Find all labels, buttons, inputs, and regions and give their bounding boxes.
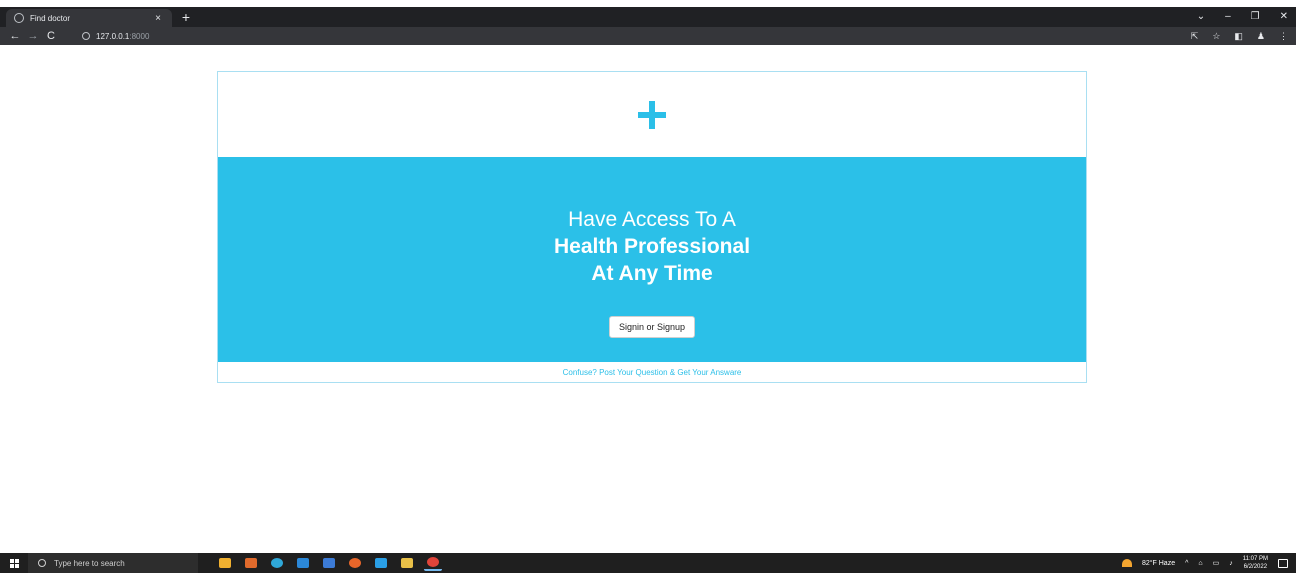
clock-date: 6/2/2022: [1243, 564, 1268, 570]
post-question-link[interactable]: Confuse? Post Your Question & Get Your A…: [563, 368, 742, 377]
edge-icon[interactable]: [268, 555, 286, 571]
start-button[interactable]: [0, 553, 28, 573]
tab-title: Find doctor: [30, 13, 71, 23]
close-window-button[interactable]: ✕: [1280, 9, 1288, 25]
main-card: Have Access To A Health Professional At …: [217, 71, 1087, 383]
vscode-insiders-icon[interactable]: [320, 555, 338, 571]
weather-text[interactable]: 82°F Haze: [1142, 560, 1175, 567]
profile-icon[interactable]: ♟: [1257, 29, 1265, 43]
url-port: :8000: [129, 31, 150, 41]
emoji-widget-2-icon[interactable]: [242, 555, 260, 571]
tray-chevron-icon[interactable]: ^: [1185, 560, 1188, 567]
chrome-icon[interactable]: [424, 555, 442, 571]
browser-menu-icon[interactable]: ⋮: [1279, 29, 1288, 43]
share-icon[interactable]: ⇱: [1191, 29, 1199, 43]
hero-line-3: At Any Time: [591, 262, 713, 285]
network-icon[interactable]: ⌂: [1198, 560, 1202, 567]
volume-icon[interactable]: ♪: [1229, 560, 1233, 567]
back-button[interactable]: ←: [6, 30, 24, 42]
battery-icon[interactable]: ▭: [1213, 559, 1220, 567]
reload-button[interactable]: C: [42, 30, 60, 42]
tab-find-doctor[interactable]: Find doctor ×: [6, 9, 172, 27]
notification-icon[interactable]: [1278, 558, 1288, 568]
bookmark-star-icon[interactable]: ☆: [1212, 29, 1220, 43]
toolbar-actions: ⇱ ☆ ◧ ♟ ⋮: [1191, 29, 1288, 43]
browser-tab-strip: Find doctor × + ⌄ – ❐ ✕: [0, 7, 1296, 27]
weather-icon[interactable]: [1121, 559, 1132, 567]
system-tray: 82°F Haze ^ ⌂ ▭ ♪ 11:07 PM 6/2/2022: [1121, 553, 1288, 573]
emoji-widget-icon[interactable]: [216, 555, 234, 571]
signin-signup-button[interactable]: Signin or Signup: [608, 316, 696, 338]
taskbar-apps: [216, 555, 442, 571]
windows-taskbar: Type here to search 82°F Haze ^ ⌂ ▭ ♪ 11…: [0, 553, 1296, 573]
taskbar-clock[interactable]: 11:07 PM 6/2/2022: [1243, 555, 1268, 571]
url-host: 127.0.0.1: [96, 31, 130, 41]
clock-time: 11:07 PM: [1242, 556, 1268, 562]
restore-button[interactable]: ❐: [1251, 9, 1260, 25]
vscode-icon[interactable]: [372, 555, 390, 571]
plus-icon[interactable]: [638, 100, 666, 129]
hero-line-1: Have Access To A: [568, 208, 736, 231]
forward-button[interactable]: →: [24, 30, 42, 42]
hero-banner: Have Access To A Health Professional At …: [218, 157, 1086, 362]
browser-toolbar: ← → C 127.0.0.1:8000 ⇱ ☆ ◧ ♟ ⋮: [0, 27, 1296, 45]
minimize-button[interactable]: –: [1225, 9, 1231, 25]
site-info-icon[interactable]: [82, 32, 90, 40]
taskbar-search-box[interactable]: Type here to search: [28, 553, 198, 573]
address-bar[interactable]: 127.0.0.1:8000: [72, 29, 1172, 43]
card-footer: Confuse? Post Your Question & Get Your A…: [218, 362, 1086, 383]
new-tab-button[interactable]: +: [178, 9, 194, 25]
window-controls: ⌄ – ❐ ✕: [1197, 9, 1288, 25]
tab-close-icon[interactable]: ×: [152, 13, 164, 24]
windows-logo-icon: [9, 558, 19, 568]
store-icon[interactable]: [294, 555, 312, 571]
firefox-icon[interactable]: [346, 555, 364, 571]
side-panel-icon[interactable]: ◧: [1234, 29, 1243, 43]
hero-line-2: Health Professional: [553, 235, 751, 258]
search-icon: [38, 559, 46, 567]
tab-search-icon[interactable]: ⌄: [1197, 9, 1205, 25]
card-header: [218, 72, 1086, 157]
globe-icon: [14, 13, 24, 23]
search-placeholder: Type here to search: [54, 558, 125, 568]
file-explorer-icon[interactable]: [398, 555, 416, 571]
